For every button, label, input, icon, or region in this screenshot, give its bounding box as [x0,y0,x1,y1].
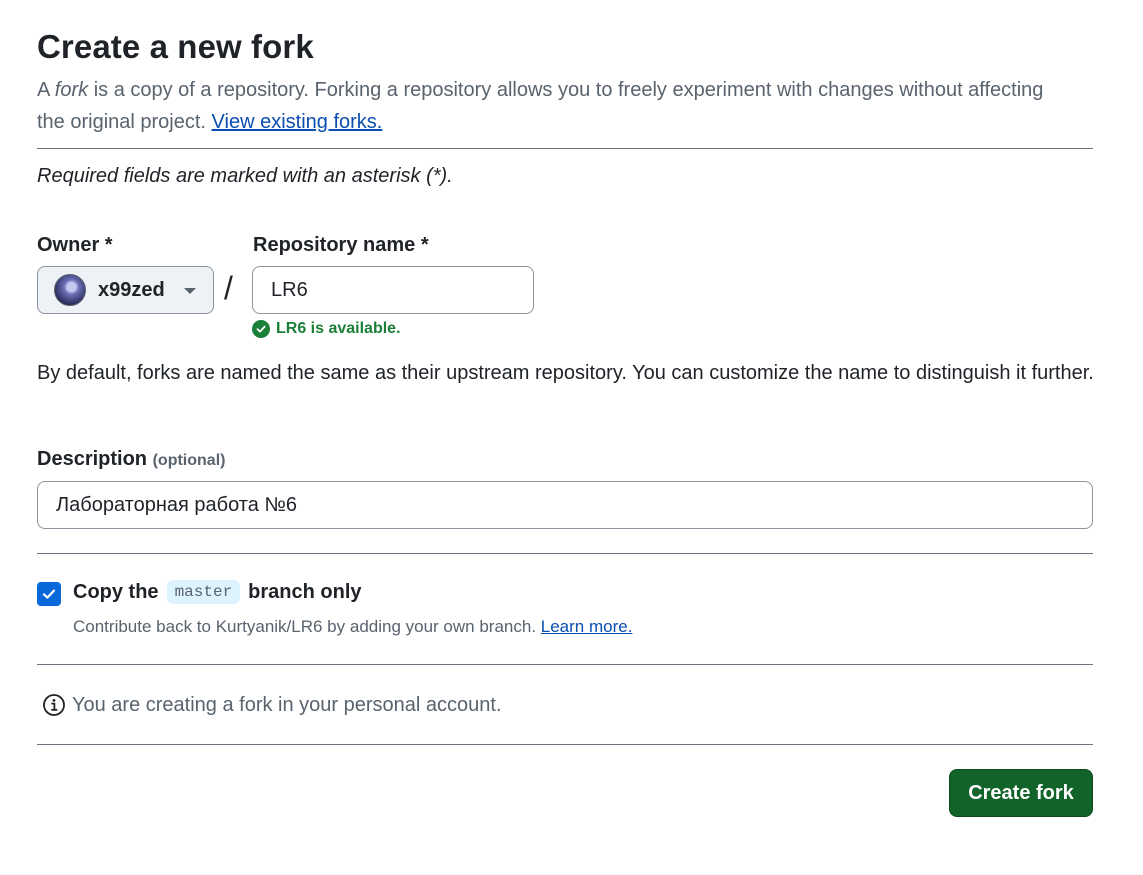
owner-label: Owner * [37,234,113,256]
page-title: Create a new fork [37,28,314,65]
required-fields-note: Required fields are marked with an aster… [37,165,453,187]
copy-sub-text: Contribute back to Kurtyanik/LR6 by addi… [73,617,541,636]
availability-text: LR6 is available. [276,320,401,337]
description-input[interactable] [37,481,1093,529]
repository-name-input[interactable] [252,266,534,314]
personal-account-info: You are creating a fork in your personal… [42,693,502,717]
owner-dropdown-button[interactable]: x99zed [37,266,214,314]
description-label: Description (optional) [37,448,225,471]
view-existing-forks-link[interactable]: View existing forks. [212,111,383,133]
default-name-note: By default, forks are named the same as … [37,362,1094,384]
info-icon [43,694,65,716]
copy-branch-label[interactable]: Copy the master branch only [73,580,362,604]
intro-prefix: A [37,79,55,101]
create-fork-page: Create a new fork A fork is a copy of a … [0,0,1143,875]
owner-repo-separator: / [224,270,233,306]
branch-name-chip: master [166,580,241,604]
info-text: You are creating a fork in your personal… [72,693,502,716]
divider [37,553,1093,554]
copy-label-prefix: Copy the [73,580,159,603]
learn-more-link[interactable]: Learn more. [541,617,633,636]
divider [37,148,1093,149]
divider [37,664,1093,665]
divider [37,744,1093,745]
caret-down-icon [184,288,196,294]
intro-text: is a copy of a repository. Forking a rep… [37,79,1044,133]
checkmark-icon [42,589,56,599]
check-circle-icon [252,320,270,338]
copy-branch-checkbox[interactable] [37,582,61,606]
copy-branch-description: Contribute back to Kurtyanik/LR6 by addi… [73,617,632,637]
intro-fork-word: fork [54,79,89,101]
copy-label-suffix: branch only [248,580,362,603]
availability-status: LR6 is available. [252,320,401,338]
create-fork-button[interactable]: Create fork [949,769,1093,817]
repository-name-label: Repository name * [253,234,429,256]
avatar [54,274,86,306]
description-label-text: Description [37,448,148,470]
page-intro: A fork is a copy of a repository. Forkin… [37,74,1067,138]
optional-tag: (optional) [152,452,226,469]
owner-name: x99zed [98,279,165,301]
